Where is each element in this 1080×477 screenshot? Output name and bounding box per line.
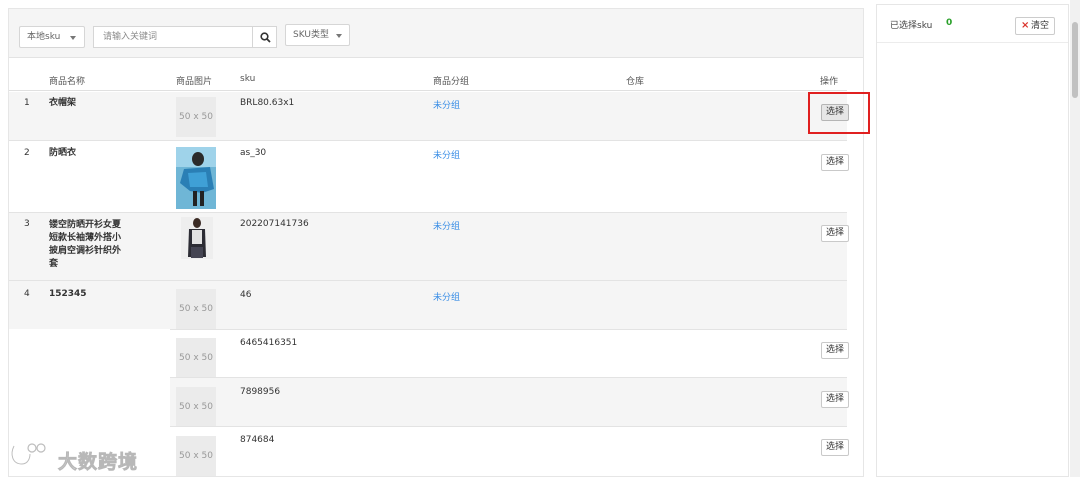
sku-source-dropdown[interactable]: 本地sku (19, 26, 85, 48)
table-row (170, 378, 847, 426)
row-divider (170, 329, 847, 330)
close-icon: × (1021, 20, 1030, 31)
sku-value: 7898956 (240, 387, 281, 397)
logo-icon (10, 443, 46, 466)
product-thumbnail (176, 147, 216, 209)
search-input[interactable] (93, 26, 253, 48)
row-divider (170, 377, 847, 378)
product-name-line: 镂空防晒开衫女夏 (49, 220, 122, 230)
highlight-annotation (808, 92, 870, 134)
selected-sku-title: 已选择sku (890, 21, 933, 31)
select-button[interactable]: 选择 (821, 154, 849, 171)
product-name: 152345 (49, 289, 87, 299)
select-button[interactable]: 选择 (821, 342, 849, 359)
sku-value: 874684 (240, 435, 275, 445)
watermark-text: 大数跨境 (58, 451, 139, 474)
row-index: 1 (24, 98, 30, 108)
image-placeholder: 50 x 50 (176, 436, 216, 476)
sku-source-label: 本地sku (27, 32, 61, 42)
product-name: 衣帽架 (49, 98, 77, 108)
product-name-line: 套 (49, 259, 59, 269)
panel-divider (877, 42, 1068, 43)
image-placeholder: 50 x 50 (176, 289, 216, 329)
col-warehouse: 仓库 (626, 77, 645, 87)
col-group: 商品分组 (433, 77, 470, 87)
row-index: 3 (24, 219, 30, 229)
product-name: 镂空防晒开衫女夏 短款长袖薄外搭小 披肩空调衫针织外 套 (49, 219, 137, 271)
col-sku: sku (240, 74, 256, 84)
group-link[interactable]: 未分组 (433, 98, 460, 111)
search-button[interactable] (252, 26, 277, 48)
col-product-image: 商品图片 (176, 77, 213, 87)
sku-value: as_30 (240, 148, 267, 158)
col-action: 操作 (820, 77, 839, 87)
search-icon (260, 32, 271, 43)
product-name: 防晒衣 (49, 148, 77, 158)
scrollbar-thumb[interactable] (1072, 22, 1078, 98)
select-button[interactable]: 选择 (821, 391, 849, 408)
group-link[interactable]: 未分组 (433, 148, 460, 161)
chevron-down-icon (70, 36, 76, 40)
image-placeholder: 50 x 50 (176, 338, 216, 378)
page-scrollbar[interactable] (1070, 0, 1080, 477)
col-product-name: 商品名称 (49, 77, 86, 87)
product-name-line: 短款长袖薄外搭小 (49, 233, 122, 243)
product-name-line: 披肩空调衫针织外 (49, 246, 122, 256)
group-link[interactable]: 未分组 (433, 290, 460, 303)
row-divider (9, 140, 847, 141)
chevron-down-icon (336, 34, 342, 38)
sku-value: 202207141736 (240, 219, 309, 229)
sku-list-panel: 本地sku SKU类型 商品名称 商品图片 sku 商品分组 仓库 操作 1 衣… (8, 8, 870, 477)
image-placeholder: 50 x 50 (176, 387, 216, 427)
filter-toolbar: 本地sku SKU类型 (9, 9, 863, 58)
sku-value: 46 (240, 290, 252, 300)
row-index: 2 (24, 148, 30, 158)
table-header: 商品名称 商品图片 sku 商品分组 仓库 操作 (9, 69, 847, 91)
selected-sku-panel: 已选择sku 0 × 清空 (876, 4, 1069, 477)
selected-count-badge: 0 (946, 18, 953, 28)
sku-value: 6465416351 (240, 338, 298, 348)
select-button[interactable]: 选择 (821, 439, 849, 456)
sku-value: BRL80.63x1 (240, 98, 295, 108)
group-link[interactable]: 未分组 (433, 219, 460, 232)
row-index: 4 (24, 289, 30, 299)
watermark: 大数跨境 (8, 438, 148, 474)
product-thumbnail (181, 217, 213, 259)
select-button[interactable]: 选择 (821, 225, 849, 242)
sku-type-label: SKU类型 (293, 30, 329, 40)
clear-label: 清空 (1031, 21, 1050, 31)
image-placeholder: 50 x 50 (176, 97, 216, 137)
clear-button[interactable]: × 清空 (1015, 17, 1055, 35)
row-divider (170, 426, 847, 427)
sku-type-dropdown[interactable]: SKU类型 (285, 24, 350, 46)
